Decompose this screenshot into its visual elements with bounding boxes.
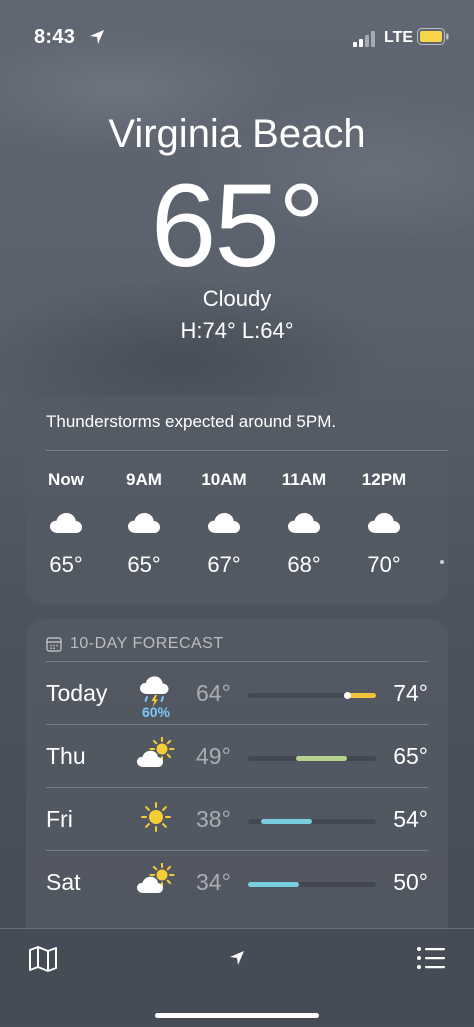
cloud-icon bbox=[367, 512, 401, 534]
hour-label: 11AM bbox=[281, 470, 327, 489]
hour-temperature: 70° bbox=[367, 552, 401, 577]
sun-icon bbox=[136, 800, 176, 834]
temperature-range-bar bbox=[248, 756, 376, 761]
hour-label: 10AM bbox=[201, 470, 247, 489]
bottom-toolbar bbox=[0, 928, 474, 1027]
hourly-item: 9AM 65° bbox=[112, 470, 176, 578]
list-icon[interactable] bbox=[416, 946, 446, 970]
thunderstorm-icon bbox=[136, 674, 176, 708]
temperature-range-fill bbox=[248, 882, 300, 887]
high-temperature: 50° bbox=[393, 869, 428, 895]
temperature-range-fill bbox=[260, 819, 312, 824]
high-temperature: 54° bbox=[393, 806, 428, 832]
network-label: LTE bbox=[384, 29, 414, 46]
hour-temperature: 65° bbox=[127, 552, 161, 577]
forecast-row[interactable]: Sat 34° 50° bbox=[46, 850, 428, 914]
low-temperature: 38° bbox=[196, 806, 231, 832]
current-temperature: 65° bbox=[150, 160, 325, 292]
hour-label: Now bbox=[48, 470, 84, 489]
temperature-range-bar bbox=[248, 819, 376, 824]
high-low: H:74° L:64° bbox=[180, 318, 294, 343]
hour-label: 12PM bbox=[361, 470, 407, 489]
high-temperature: 65° bbox=[393, 743, 428, 769]
hour-temperature: 67° bbox=[207, 552, 241, 577]
cloud-icon bbox=[49, 512, 83, 534]
cloud-icon bbox=[207, 512, 241, 534]
low-temperature: 49° bbox=[196, 743, 231, 769]
weather-alert: Thunderstorms expected around 5PM. bbox=[46, 412, 337, 431]
location-arrow-icon bbox=[90, 30, 104, 44]
divider bbox=[46, 450, 448, 451]
forecast-row[interactable]: Today 60% 64° 74° bbox=[46, 661, 428, 725]
hourly-item: 10AM 67° bbox=[192, 470, 256, 578]
day-name: Today bbox=[46, 680, 108, 706]
city-name: Virginia Beach bbox=[108, 112, 366, 156]
ten-day-header: 10-DAY FORECAST bbox=[46, 635, 224, 653]
ten-day-forecast-card[interactable]: 10-DAY FORECAST Today 60% 64° 74° Thu 49°… bbox=[26, 619, 448, 949]
hourly-forecast-card[interactable]: Thunderstorms expected around 5PM. Now 6… bbox=[26, 396, 448, 604]
forecast-row[interactable]: Fri 38° 54° bbox=[46, 787, 428, 851]
current-condition: Cloudy bbox=[202, 286, 272, 311]
low-temperature: 64° bbox=[196, 680, 231, 706]
temperature-range-bar bbox=[248, 882, 376, 887]
calendar-icon bbox=[46, 637, 62, 652]
temperature-range-fill bbox=[296, 756, 348, 761]
forecast-row[interactable]: Thu 49° 65° bbox=[46, 724, 428, 788]
cloud-icon bbox=[287, 512, 321, 534]
hourly-item: 12PM 70° bbox=[352, 470, 416, 578]
current-temp-dot bbox=[343, 692, 351, 699]
hourly-item: Now 65° bbox=[34, 470, 98, 578]
battery-icon bbox=[417, 28, 449, 45]
day-name: Fri bbox=[46, 806, 73, 832]
partly-sunny-icon bbox=[136, 862, 176, 897]
temperature-range-bar bbox=[248, 692, 376, 699]
scroll-indicator bbox=[440, 560, 444, 564]
day-name: Sat bbox=[46, 869, 81, 895]
partly-sunny-icon bbox=[136, 736, 176, 771]
high-temperature: 74° bbox=[393, 680, 428, 706]
precip-chance: 60% bbox=[141, 704, 171, 720]
cloud-icon bbox=[127, 512, 161, 534]
hour-label: 9AM bbox=[126, 470, 162, 489]
map-icon[interactable] bbox=[28, 945, 58, 973]
day-name: Thu bbox=[46, 743, 86, 769]
signal-icon bbox=[353, 31, 375, 47]
low-temperature: 34° bbox=[196, 869, 231, 895]
hour-temperature: 68° bbox=[287, 552, 321, 577]
hourly-item: 11AM 68° bbox=[272, 470, 336, 578]
ten-day-title: 10-DAY FORECAST bbox=[70, 635, 224, 652]
location-arrow-icon[interactable] bbox=[228, 949, 246, 967]
home-indicator bbox=[155, 1013, 319, 1018]
status-time: 8:43 bbox=[34, 26, 76, 48]
hour-temperature: 65° bbox=[49, 552, 83, 577]
